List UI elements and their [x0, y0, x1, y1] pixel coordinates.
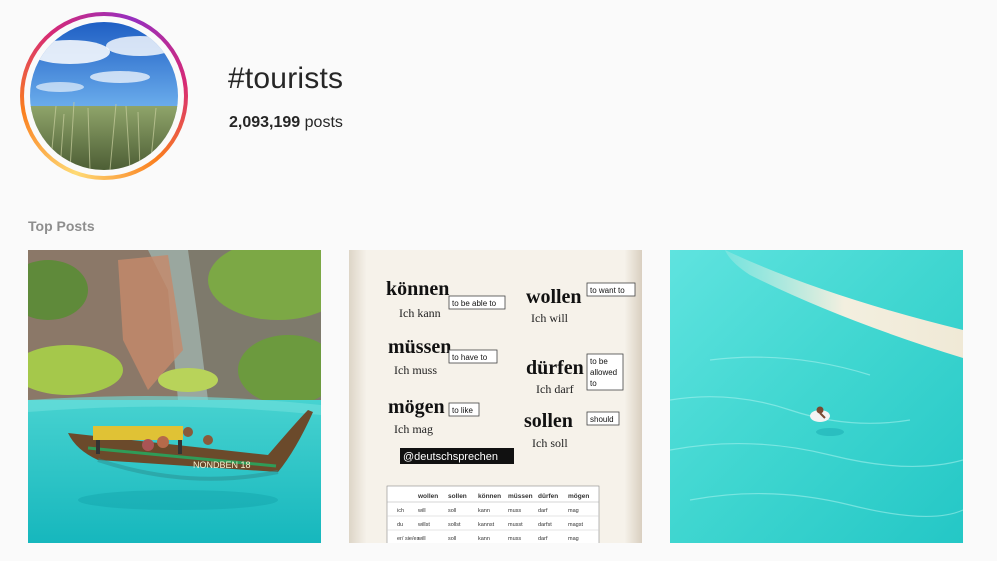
table-header-cell: mögen: [568, 493, 589, 500]
hashtag-title: #tourists: [228, 62, 344, 95]
top-posts-label: Top Posts: [28, 218, 95, 234]
meaning-koennen: to be able to: [452, 299, 497, 308]
table-cell: du: [397, 522, 403, 528]
table-cell: mag: [568, 536, 579, 542]
meaning-duerfen-2: allowed: [590, 368, 617, 377]
verb-wollen: wollen: [526, 286, 582, 308]
table-header-cell: dürfen: [538, 493, 558, 500]
meaning-duerfen-1: to be: [590, 357, 608, 366]
verb-muessen: müssen: [388, 336, 451, 358]
avatar-grass-sky-image: [30, 22, 178, 170]
meaning-muessen: to have to: [452, 353, 488, 362]
table-cell: mag: [568, 508, 579, 514]
table-header-cell: wollen: [417, 493, 438, 500]
post-longtail-boat-lagoon[interactable]: NONDBEN 18: [28, 250, 321, 543]
table-cell: darf: [538, 508, 548, 514]
table-cell: er/ sie/es: [397, 536, 420, 542]
verb-koennen: können: [386, 278, 449, 300]
verb-duerfen: dürfen: [526, 357, 584, 379]
post-count-label: posts: [304, 114, 343, 131]
example-koennen: Ich kann: [399, 306, 441, 320]
table-cell: muss: [508, 508, 521, 514]
post-turquoise-water-swimmer[interactable]: [670, 250, 963, 543]
table-cell: darf: [538, 536, 548, 542]
table-header-cell: sollen: [448, 493, 467, 500]
table-cell: soll: [448, 508, 456, 514]
example-moegen: Ich mag: [394, 422, 433, 436]
table-cell: ich: [397, 508, 404, 514]
boat-lettering: NONDBEN 18: [193, 460, 251, 470]
example-muessen: Ich muss: [394, 363, 437, 377]
post-count-number: 2,093,199: [229, 114, 301, 131]
table-header-cell: müssen: [508, 493, 533, 500]
table-cell: kann: [478, 536, 490, 542]
table-header-cell: können: [478, 493, 501, 500]
table-cell: kannst: [478, 522, 495, 528]
table-cell: kann: [478, 508, 490, 514]
table-cell: muss: [508, 536, 521, 542]
table-cell: willst: [417, 522, 430, 528]
table-cell: sollst: [448, 522, 461, 528]
table-cell: soll: [448, 536, 456, 542]
post-count: 2,093,199 posts: [229, 114, 343, 132]
meaning-wollen: to want to: [590, 286, 625, 295]
example-duerfen: Ich darf: [536, 382, 574, 396]
hashtag-header: #tourists 2,093,199 posts: [20, 12, 980, 182]
hashtag-avatar[interactable]: [20, 12, 188, 180]
example-wollen: Ich will: [531, 311, 569, 325]
verb-moegen: mögen: [388, 396, 445, 418]
table-cell: musst: [508, 522, 523, 528]
conjugation-table: wollen sollen können müssen dürfen mögen ich wi…: [386, 485, 600, 543]
meaning-sollen: should: [590, 415, 614, 424]
table-cell: magst: [568, 522, 583, 528]
table-cell: will: [417, 508, 426, 514]
meaning-moegen: to like: [452, 406, 473, 415]
table-cell: darfst: [538, 522, 552, 528]
table-cell: will: [417, 536, 426, 542]
account-handle: @deutschsprechen: [403, 451, 498, 463]
meaning-duerfen-3: to: [590, 379, 597, 388]
verb-sollen: sollen: [524, 410, 573, 432]
example-sollen: Ich soll: [532, 436, 568, 450]
post-german-modal-verbs[interactable]: können wollen müssen dürfen mögen sollen…: [349, 250, 642, 543]
